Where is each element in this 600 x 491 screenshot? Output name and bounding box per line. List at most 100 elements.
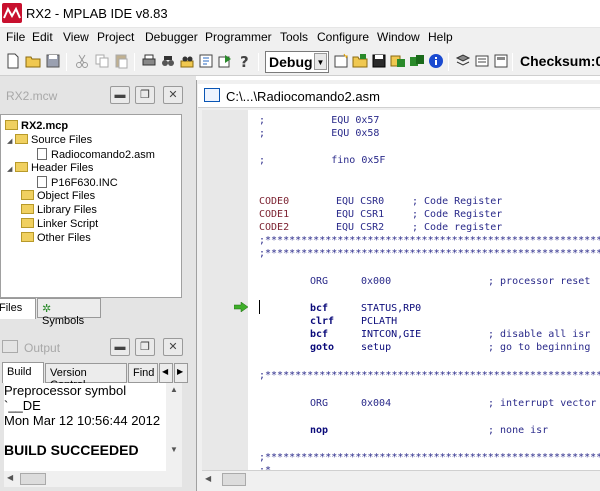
code-directive: EQU CSR1 (336, 209, 385, 220)
scroll-thumb[interactable] (222, 473, 246, 486)
make-icon[interactable] (390, 53, 406, 69)
toolbar-separator (134, 53, 135, 71)
help-icon[interactable]: ? (236, 53, 252, 69)
find-in-files-icon[interactable] (179, 53, 195, 69)
code-operand: INTCON,GIE (361, 329, 422, 340)
scroll-left-icon[interactable]: ◀ (7, 473, 13, 482)
print-icon[interactable] (141, 53, 157, 69)
workspace-tabs: Files ✲ Symbols (0, 298, 190, 327)
menu-debugger[interactable]: Debugger (145, 30, 198, 44)
checksum-label: Checksum:0x (520, 53, 600, 69)
scroll-thumb[interactable] (20, 473, 46, 485)
tree-header-files[interactable]: ◢ Header Files (7, 162, 93, 176)
menu-edit[interactable]: Edit (32, 30, 53, 44)
tree-source-files[interactable]: ◢ Source Files (7, 134, 92, 148)
open-project-icon[interactable] (352, 53, 368, 69)
code-directive: ORG (310, 398, 329, 409)
tree-object-files[interactable]: Object Files (21, 190, 95, 204)
minimize-button[interactable]: ▬ (110, 86, 130, 104)
stack-icon[interactable] (455, 53, 471, 69)
output-line: Mon Mar 12 10:56:44 2012 (4, 413, 161, 428)
project-tree[interactable]: RX2.mcp ◢ Source Files Radiocomando2.asm … (0, 114, 182, 298)
output-tabs: Build Version Control Find ◀ ▶ (0, 362, 190, 391)
toolbar-separator (258, 53, 259, 71)
tab-scroll-right-icon[interactable]: ▶ (174, 363, 188, 383)
svg-text:?: ? (240, 53, 249, 69)
tree-other-files[interactable]: Other Files (21, 232, 91, 246)
output-line: Preprocessor symbol `__DE (4, 383, 127, 413)
symbols-icon: ✲ (42, 303, 52, 315)
code-line: ; EQU 0x58 (259, 128, 380, 139)
code-comment: ; Code Register (412, 209, 503, 220)
toolbar: ? Debug ▼ (0, 48, 600, 76)
tab-files[interactable]: Files (0, 298, 36, 319)
menu-programmer[interactable]: Programmer (205, 30, 272, 44)
tree-source-file[interactable]: Radiocomando2.asm (37, 148, 155, 162)
menu-help[interactable]: Help (428, 30, 453, 44)
window-title: RX2 - MPLAB IDE v8.83 (26, 6, 168, 21)
tree-library-files[interactable]: Library Files (21, 204, 97, 218)
scroll-down-icon[interactable]: ▼ (170, 445, 178, 454)
menu-tools[interactable]: Tools (280, 30, 308, 44)
code-label: CODE0 (259, 196, 290, 207)
watch-icon[interactable] (493, 53, 509, 69)
code-comment: ; go to beginning (488, 342, 591, 353)
code-operand: setup (361, 342, 392, 353)
restore-button[interactable]: ❐ (135, 338, 155, 356)
new-project-icon[interactable] (333, 53, 349, 69)
code-comment: ; interrupt vector (488, 398, 597, 409)
close-button[interactable]: ✕ (163, 338, 183, 356)
editor-gutter[interactable] (202, 110, 248, 470)
minimize-button[interactable]: ▬ (110, 338, 130, 356)
code-label: CODE2 (259, 222, 290, 233)
memory-icon[interactable] (474, 53, 490, 69)
cut-icon[interactable] (74, 53, 90, 69)
menu-window[interactable]: Window (377, 30, 420, 44)
save-project-icon[interactable] (371, 53, 387, 69)
menu-project[interactable]: Project (97, 30, 134, 44)
output-text: Preprocessor symbol `__DE Mon Mar 12 10:… (4, 383, 166, 471)
new-file-icon[interactable] (5, 53, 21, 69)
tree-linker-script[interactable]: Linker Script (21, 218, 98, 232)
tree-header-file[interactable]: P16F630.INC (37, 176, 118, 190)
close-button[interactable]: ✕ (163, 86, 183, 104)
tab-symbols[interactable]: ✲ Symbols (37, 298, 101, 327)
tree-project[interactable]: RX2.mcp (5, 120, 68, 134)
workspace-title-text: RX2.mcw (6, 89, 58, 103)
paste-icon[interactable] (113, 53, 129, 69)
menu-file[interactable]: File (6, 30, 25, 44)
code-instruction: goto (310, 342, 335, 353)
tab-build[interactable]: Build (2, 362, 44, 383)
info-icon[interactable] (428, 53, 444, 69)
code-separator: ;***************************************… (259, 370, 600, 381)
chevron-down-icon[interactable]: ▼ (314, 53, 327, 70)
open-folder-icon[interactable] (25, 53, 41, 69)
bookmark-icon[interactable] (198, 53, 214, 69)
scroll-up-icon[interactable]: ▲ (170, 385, 178, 394)
output-horizontal-scrollbar[interactable]: ◀ (4, 471, 182, 487)
current-line-arrow-icon (234, 302, 248, 312)
code-directive: EQU CSR0 (336, 196, 385, 207)
save-icon[interactable] (45, 53, 61, 69)
menu-view[interactable]: View (63, 30, 89, 44)
code-line: ; fino 0x5F (259, 155, 386, 166)
build-all-icon[interactable] (409, 53, 425, 69)
tab-version-control[interactable]: Version Control (45, 363, 127, 391)
copy-icon[interactable] (94, 53, 110, 69)
code-operand: 0x000 (361, 276, 392, 287)
code-editor[interactable]: ; EQU 0x57 ; EQU 0x58 ; fino 0x5F CODE0 … (248, 110, 600, 470)
menu-configure[interactable]: Configure (317, 30, 369, 44)
editor-horizontal-scrollbar[interactable]: ◀ (202, 470, 600, 488)
output-window-icon (2, 340, 18, 353)
bookmark-next-icon[interactable] (217, 53, 233, 69)
scroll-left-icon[interactable]: ◀ (205, 474, 211, 483)
output-vertical-scrollbar[interactable]: ▲ ▼ (166, 383, 182, 471)
editor-title: C:\...\Radiocomando2.asm (226, 89, 380, 104)
restore-button[interactable]: ❐ (135, 86, 155, 104)
toolbar-separator (448, 53, 449, 71)
tab-scroll-left-icon[interactable]: ◀ (159, 363, 173, 383)
code-operand: PCLATH (361, 316, 398, 327)
build-result: BUILD SUCCEEDED (4, 442, 139, 458)
tab-find[interactable]: Find (128, 363, 158, 383)
find-icon[interactable] (160, 53, 176, 69)
